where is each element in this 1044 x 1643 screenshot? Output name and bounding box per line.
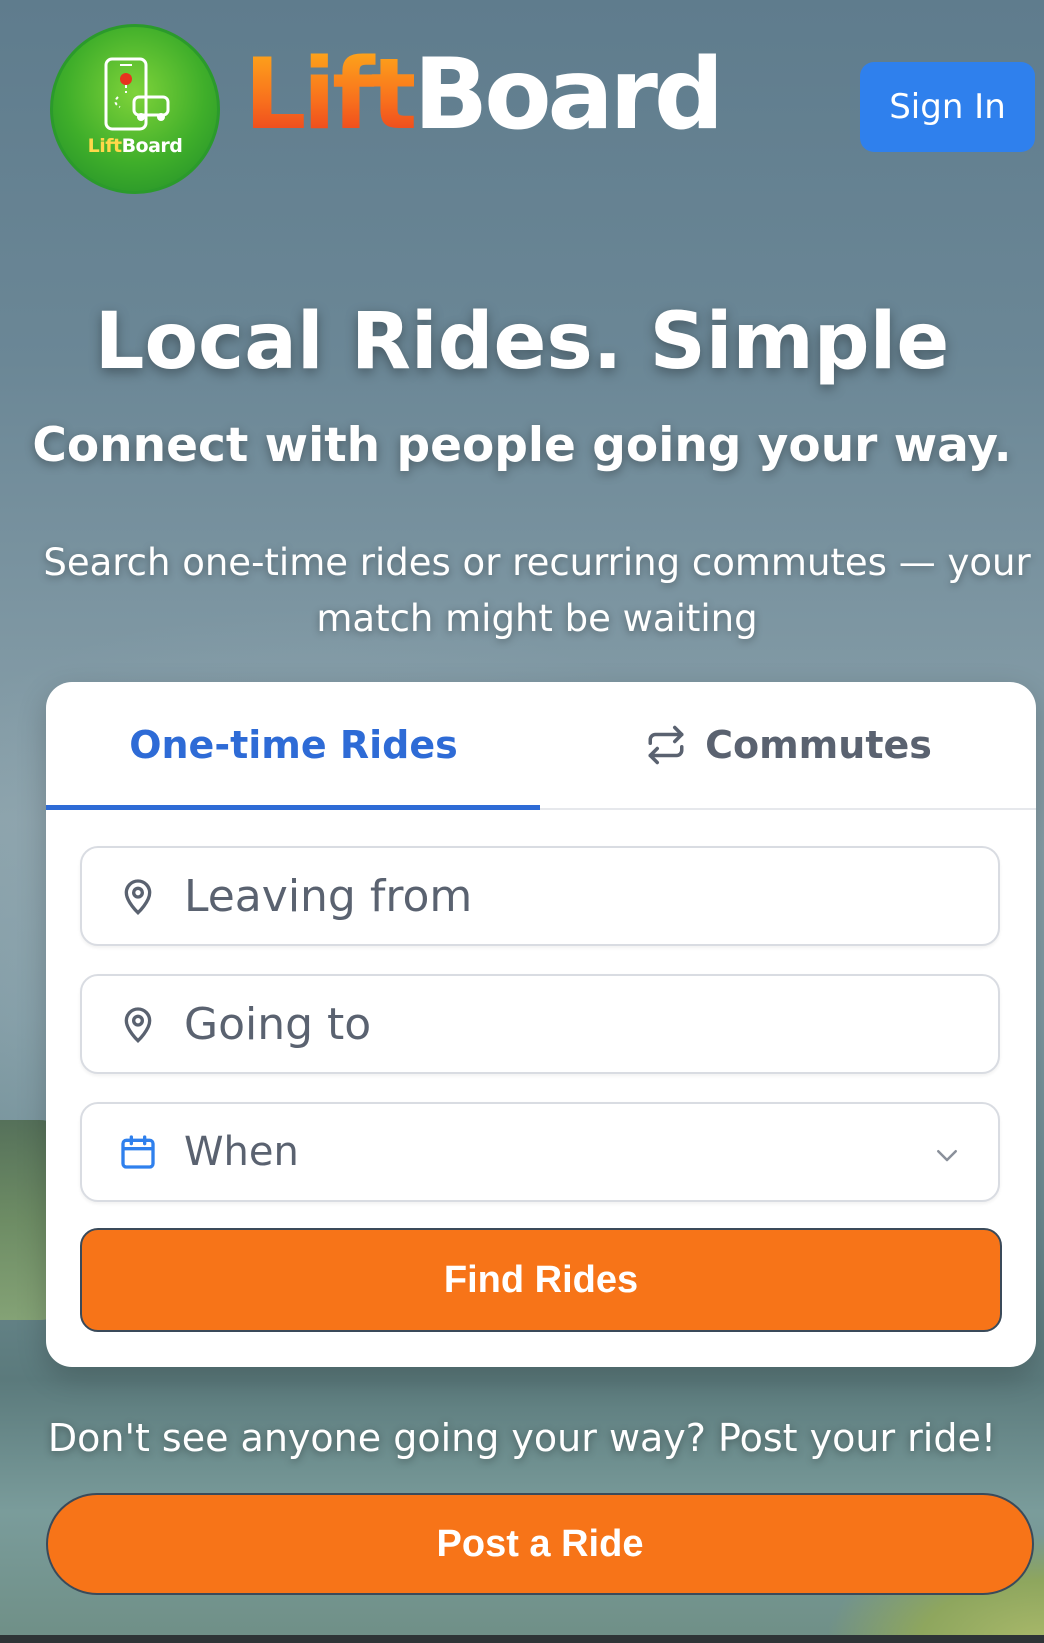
bottom-edge [0,1635,1044,1643]
map-pin-icon [118,876,178,916]
ride-type-tabs: One-time Rides Commutes [46,682,1036,810]
tab-label: One-time Rides [129,723,458,767]
map-pin-icon [118,1004,178,1044]
brand-name: LiftBoard [244,46,724,144]
going-to-input[interactable]: Going to [80,974,1000,1074]
calendar-icon [118,1132,178,1172]
repeat-icon [648,725,684,765]
logo-wordmark: LiftBoard [87,135,183,157]
when-label: When [184,1129,299,1175]
when-select[interactable]: When [80,1102,1000,1202]
active-tab-indicator [46,805,540,810]
sign-in-button[interactable]: Sign In [860,62,1035,152]
hero-subtitle: Connect with people going your way. [32,418,1012,473]
hero-title: Local Rides. Simple [94,297,950,387]
chevron-down-icon [937,1150,957,1162]
going-to-placeholder: Going to [184,998,372,1050]
post-ride-prompt: Don't see anyone going your way? Post yo… [47,1416,997,1460]
brand-board: Board [413,38,725,152]
post-a-ride-button[interactable]: Post a Ride [46,1493,1034,1595]
tab-one-time-rides[interactable]: One-time Rides [46,682,541,808]
leaving-from-placeholder: Leaving from [184,870,473,922]
search-card: One-time Rides Commutes Leaving from Goi… [46,682,1036,1367]
leaving-from-input[interactable]: Leaving from [80,846,1000,946]
hero-description: Search one-time rides or recurring commu… [43,541,1031,640]
tab-label: Commutes [705,723,932,767]
find-rides-button[interactable]: Find Rides [80,1228,1002,1332]
brand-lift: Lift [244,38,418,152]
phone-car-icon [104,57,170,131]
app-logo[interactable]: LiftBoard [50,24,220,194]
tab-commutes[interactable]: Commutes [541,682,1036,808]
